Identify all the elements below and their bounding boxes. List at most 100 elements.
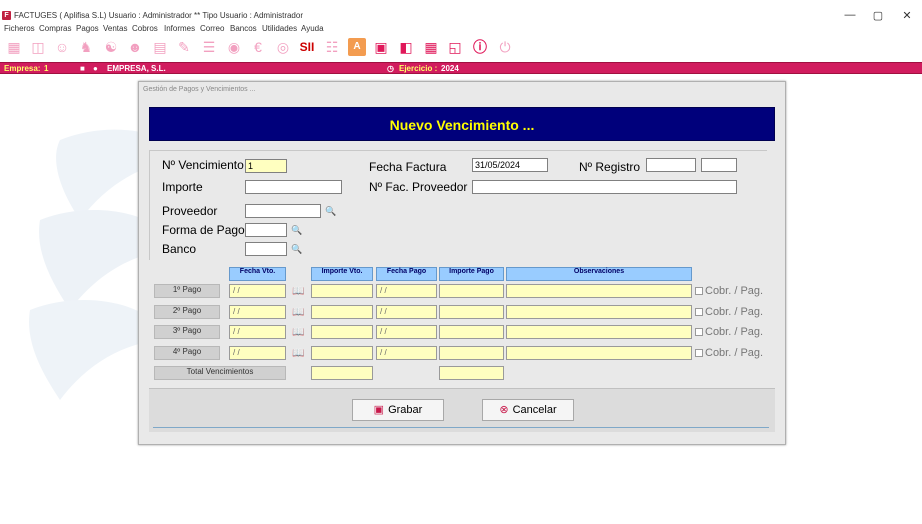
- money-bag-icon[interactable]: ◉: [225, 38, 243, 56]
- close-button[interactable]: ✕: [897, 9, 917, 22]
- minimize-button[interactable]: —: [840, 9, 860, 21]
- menu-pagos[interactable]: Pagos: [76, 24, 99, 33]
- n-vencimiento-field[interactable]: 1: [245, 159, 287, 173]
- menu-cobros[interactable]: Cobros: [132, 24, 158, 33]
- menu-ayuda[interactable]: Ayuda: [301, 24, 324, 33]
- importe-pago-field[interactable]: [439, 346, 504, 360]
- ejercicio-value: 2024: [441, 64, 459, 73]
- euro-bag-icon[interactable]: €: [249, 38, 267, 56]
- monitors-icon[interactable]: ◧: [397, 38, 415, 56]
- proveedor-label: Proveedor: [162, 204, 218, 218]
- folders-icon[interactable]: ◱: [446, 38, 464, 56]
- n-fac-proveedor-field[interactable]: [472, 180, 737, 194]
- total-importe-vto-field: [311, 366, 373, 380]
- row-label: 4º Pago: [154, 346, 220, 360]
- importe-pago-field[interactable]: [439, 305, 504, 319]
- total-vencimientos-label: Total Vencimientos: [154, 366, 286, 380]
- observaciones-field[interactable]: [506, 305, 692, 319]
- fecha-pago-field[interactable]: / /: [376, 305, 437, 319]
- importe-vto-field[interactable]: [311, 284, 373, 298]
- pdf-icon[interactable]: ☷: [323, 38, 341, 56]
- importe-pago-field[interactable]: [439, 325, 504, 339]
- importe-vto-field[interactable]: [311, 305, 373, 319]
- menu-utilidades[interactable]: Utilidades: [262, 24, 297, 33]
- empresa-name: EMPRESA, S.L.: [107, 64, 166, 73]
- importe-vto-field[interactable]: [311, 325, 373, 339]
- banco-search-icon[interactable]: 🔍: [290, 242, 304, 256]
- proveedor-field[interactable]: [245, 204, 321, 218]
- menu-compras[interactable]: Compras: [39, 24, 71, 33]
- banco-field[interactable]: [245, 242, 287, 256]
- fecha-pago-field[interactable]: / /: [376, 325, 437, 339]
- help-icon[interactable]: ⓘ: [471, 38, 489, 56]
- importe-pago-field[interactable]: [439, 284, 504, 298]
- cobr-pag-label: Cobr. / Pag.: [705, 326, 764, 338]
- menu-ventas[interactable]: Ventas: [103, 24, 127, 33]
- calculator-icon[interactable]: ▦: [422, 38, 440, 56]
- fecha-pago-field[interactable]: / /: [376, 346, 437, 360]
- fecha-vto-field[interactable]: / /: [229, 325, 286, 339]
- fecha-vto-field[interactable]: / /: [229, 346, 286, 360]
- forma-pago-field[interactable]: [245, 223, 287, 237]
- save-icon: ▣: [373, 404, 385, 416]
- window-titlebar: F FACTUGES ( Aplifisa S.L) Usuario : Adm…: [0, 8, 922, 24]
- cobr-pag-checkbox[interactable]: [695, 308, 703, 316]
- dialog-title: Gestión de Pagos y Vencimientos ...: [143, 86, 256, 93]
- n-registro-field[interactable]: [646, 158, 696, 172]
- observaciones-field[interactable]: [506, 325, 692, 339]
- total-importe-pago-field: [439, 366, 504, 380]
- row-label: 3º Pago: [154, 325, 220, 339]
- importe-vto-field[interactable]: [311, 346, 373, 360]
- cobr-pag-checkbox[interactable]: [695, 287, 703, 295]
- n-registro-label: Nº Registro: [579, 160, 641, 174]
- users-icon[interactable]: ☻: [126, 38, 144, 56]
- menu-bancos[interactable]: Bancos: [230, 24, 257, 33]
- proveedor-search-icon[interactable]: 🔍: [324, 204, 338, 218]
- importe-field[interactable]: [245, 180, 342, 194]
- restore-button[interactable]: ▢: [868, 9, 888, 22]
- observaciones-field[interactable]: [506, 284, 692, 298]
- clients-icon[interactable]: ▦: [5, 38, 23, 56]
- clock-icon: ◷: [387, 64, 394, 73]
- menu-ficheros[interactable]: Ficheros: [4, 24, 35, 33]
- header-importe-vto: Importe Vto.: [311, 267, 373, 281]
- row-label: 1º Pago: [154, 284, 220, 298]
- calendar-icon[interactable]: ▣: [372, 38, 390, 56]
- menu-correo[interactable]: Correo: [200, 24, 224, 33]
- document-icon[interactable]: ✎: [175, 38, 193, 56]
- calendar-icon[interactable]: 📖: [292, 349, 304, 359]
- cancelar-label: Cancelar: [512, 404, 557, 416]
- header-importe-pago: Importe Pago: [439, 267, 504, 281]
- contacts-icon[interactable]: ☺: [53, 38, 71, 56]
- calendar-icon[interactable]: 📖: [292, 287, 304, 297]
- grabar-button[interactable]: ▣ Grabar: [352, 399, 444, 421]
- fecha-pago-field[interactable]: / /: [376, 284, 437, 298]
- fecha-factura-field[interactable]: 31/05/2024: [472, 158, 548, 172]
- euro-coins-icon[interactable]: ◎: [274, 38, 292, 56]
- power-icon[interactable]: ⏻: [496, 38, 514, 56]
- cobr-pag-checkbox[interactable]: [695, 349, 703, 357]
- suppliers-icon[interactable]: ◫: [29, 38, 47, 56]
- menu-informes[interactable]: Informes: [164, 24, 195, 33]
- cancelar-button[interactable]: ⊗ Cancelar: [482, 399, 574, 421]
- fecha-factura-label: Fecha Factura: [369, 160, 447, 174]
- invoice-icon[interactable]: ▤: [151, 38, 169, 56]
- n-registro-field-2[interactable]: [701, 158, 737, 172]
- forma-pago-search-icon[interactable]: 🔍: [290, 223, 304, 237]
- observaciones-field[interactable]: [506, 346, 692, 360]
- fecha-vto-field[interactable]: / /: [229, 284, 286, 298]
- calendar-icon[interactable]: 📖: [292, 328, 304, 338]
- banner-title: Nuevo Vencimiento ...: [389, 117, 535, 133]
- app-logo-icon: F: [2, 11, 11, 20]
- n-vencimiento-label: Nº Vencimiento: [162, 158, 244, 172]
- groups-icon[interactable]: ☯: [102, 38, 120, 56]
- employee-icon[interactable]: ♞: [77, 38, 95, 56]
- header-observaciones: Observaciones: [506, 267, 692, 281]
- letter-a-icon[interactable]: A: [348, 38, 366, 56]
- header-fecha-vto: Fecha Vto.: [229, 267, 286, 281]
- fecha-vto-field[interactable]: / /: [229, 305, 286, 319]
- list-icon[interactable]: ☰: [200, 38, 218, 56]
- calendar-icon[interactable]: 📖: [292, 308, 304, 318]
- cobr-pag-checkbox[interactable]: [695, 328, 703, 336]
- sii-icon[interactable]: SII: [298, 38, 316, 56]
